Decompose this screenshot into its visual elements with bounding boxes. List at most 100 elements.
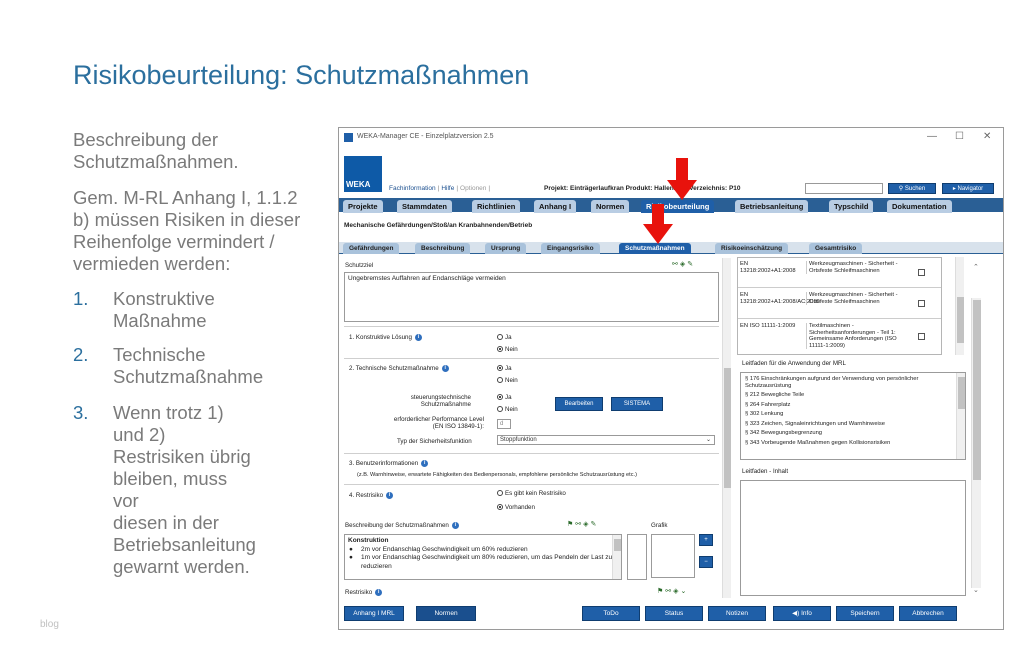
tab-betriebsanleitung[interactable]: Betriebsanleitung [735, 200, 809, 213]
restrisiko-toolbar-icons: ⚑⚯◈⌄ [657, 587, 688, 595]
tab-typschild[interactable]: Typschild [829, 200, 874, 213]
pl-field[interactable]: d [497, 419, 511, 429]
leitfaden-inhalt-box[interactable] [740, 480, 966, 596]
steuerung-line: steuerungstechnische [410, 394, 471, 401]
tab-gefaehrdungen[interactable]: Gefährdungen [343, 243, 400, 254]
minimize-icon[interactable]: — [927, 131, 937, 142]
leitfaden-scrollbar[interactable] [956, 373, 965, 459]
divider [344, 453, 719, 454]
tab-stammdaten[interactable]: Stammdaten [397, 200, 453, 213]
table-row[interactable]: EN 13218:2002+A1:2008 Werkzeugmaschinen … [738, 258, 941, 288]
eraser-icon[interactable]: ◈ [583, 521, 590, 528]
info-icon[interactable]: i [386, 492, 394, 499]
bearbeiten-button[interactable]: Bearbeiten [555, 397, 603, 411]
search-button[interactable]: ⚲ Suchen [888, 183, 936, 194]
sistema-button[interactable]: SISTEMA [611, 397, 663, 411]
tab-richtlinien[interactable]: Richtlinien [472, 200, 521, 213]
eraser-icon[interactable]: ◈ [673, 588, 680, 595]
beschreibung-textarea[interactable]: Konstruktion ● 2m vor Endanschlag Geschwi… [344, 534, 622, 580]
status-button[interactable]: Status [645, 606, 703, 621]
abbrechen-button[interactable]: Abbrechen [899, 606, 957, 621]
binoculars-icon[interactable]: ⚯ [575, 521, 583, 528]
tab-schutzmassnahmen[interactable]: Schutzmaßnahmen [619, 243, 691, 254]
todo-button[interactable]: ToDo [582, 606, 640, 621]
chevron-up-icon[interactable]: ⌃ [973, 263, 979, 271]
tab-dokumentation[interactable]: Dokumentation [887, 200, 952, 213]
list-line: Konstruktive [113, 288, 215, 309]
info-icon[interactable]: i [414, 334, 422, 341]
restrisiko-vorhanden-radio[interactable]: Vorhanden [497, 504, 535, 511]
steuerung-ja-radio[interactable]: Ja [497, 394, 512, 401]
anhang-i-mrl-button[interactable]: Anhang I MRL [344, 606, 404, 621]
tab-ursprung[interactable]: Ursprung [485, 243, 527, 254]
norm-checkbox[interactable] [918, 300, 925, 307]
grafik-box[interactable] [651, 534, 695, 578]
q1-ja-radio[interactable]: Ja [497, 334, 512, 341]
list-item[interactable]: § 342 Bewegungsbegrenzung [745, 430, 961, 437]
list-item[interactable]: § 212 Bewegliche Teile [745, 392, 961, 399]
tab-risikoeinschaetzung[interactable]: Risikoeinschätzung [715, 243, 789, 254]
tab-beschreibung[interactable]: Beschreibung [415, 243, 471, 254]
chevron-down-icon[interactable]: ⌄ [973, 586, 979, 594]
remove-grafik-button[interactable]: − [699, 556, 713, 568]
steuerung-nein-radio[interactable]: Nein [497, 406, 518, 413]
divider [344, 326, 719, 327]
binoculars-icon[interactable]: ⚯ [665, 588, 673, 595]
link-fachinformation[interactable]: Fachinformation [389, 185, 436, 192]
maximize-icon[interactable]: ☐ [955, 131, 964, 142]
list-item[interactable]: § 176 Einschränkungen aufgrund der Verwe… [745, 376, 961, 389]
tab-anhang-i[interactable]: Anhang I [534, 200, 577, 213]
tab-normen[interactable]: Normen [591, 200, 630, 213]
norm-checkbox[interactable] [918, 269, 925, 276]
tab-eingangsrisiko[interactable]: Eingangsrisiko [541, 243, 600, 254]
form-scrollbar[interactable] [722, 258, 731, 598]
red-arrow-icon [667, 158, 697, 200]
link-hilfe[interactable]: Hilfe [441, 185, 454, 192]
desc-bullet: ● 2m vor Endanschlag Geschwindigkeit um 6… [349, 545, 528, 553]
norm-checkbox[interactable] [918, 333, 925, 340]
binoculars-icon[interactable]: ⚯ [672, 261, 680, 268]
intro-line: Gem. M-RL Anhang I, 1.1.2 [73, 187, 298, 208]
speichern-button[interactable]: Speichern [836, 606, 894, 621]
watermark: blog [40, 619, 59, 630]
q2-ja-radio[interactable]: Ja [497, 365, 512, 372]
info-icon[interactable]: i [421, 460, 429, 467]
desc-scrollbar[interactable] [612, 535, 621, 579]
list-item[interactable]: § 264 Fahrerplatz [745, 402, 961, 409]
list-line: Schutzmaßnahme [113, 366, 264, 387]
q1-nein-radio[interactable]: Nein [497, 346, 518, 353]
q2-nein-radio[interactable]: Nein [497, 377, 518, 384]
navigator-button[interactable]: ▸ Navigator [942, 183, 994, 194]
info-icon[interactable]: i [451, 522, 459, 529]
list-item[interactable]: § 302 Lenkung [745, 411, 961, 418]
close-icon[interactable]: ✕ [983, 131, 991, 142]
normen-button[interactable]: Normen [416, 606, 476, 621]
edit-icon[interactable]: ✎ [687, 261, 695, 268]
top-links: Fachinformation | Hilfe | Optionen | [389, 185, 491, 192]
list-item[interactable]: § 343 Vorbeugende Maßnahmen gegen Kollis… [745, 440, 961, 447]
restrisiko-none-radio[interactable]: Es gibt kein Restrisiko [497, 490, 566, 497]
notizen-button[interactable]: Notizen [708, 606, 766, 621]
table-row[interactable]: EN 13218:2002+A1:2008/AC:2010 Werkzeugma… [738, 289, 941, 319]
norms-scrollbar[interactable] [955, 257, 964, 355]
typ-select[interactable]: Stoppfunktion ⌄ [497, 435, 715, 445]
tab-gesamtrisiko[interactable]: Gesamtrisiko [809, 243, 863, 254]
add-grafik-button[interactable]: + [699, 534, 713, 546]
restrisiko-label: Restrisiko i [345, 589, 383, 596]
speaker-icon: ◀) [792, 610, 800, 617]
leitfaden-list: § 176 Einschränkungen aufgrund der Verwe… [740, 372, 966, 460]
search-input[interactable] [805, 183, 883, 194]
edit-icon[interactable]: ✎ [591, 521, 599, 528]
norm-title: Textilmaschinen - Sicherheitsanforderung… [806, 323, 910, 349]
table-row[interactable]: EN ISO 11111-1:2009 Textilmaschinen - Si… [738, 320, 941, 354]
right-pane-scrollbar[interactable] [971, 298, 981, 588]
link-optionen[interactable]: Optionen [460, 185, 486, 192]
list-line: diesen in der [113, 512, 219, 533]
tab-projekte[interactable]: Projekte [343, 200, 383, 213]
chevron-down-icon[interactable]: ⌄ [681, 588, 689, 595]
info-icon[interactable]: i [441, 365, 449, 372]
info-icon[interactable]: i [375, 589, 383, 596]
schutzziel-textarea[interactable]: Ungebremstes Auffahren auf Endanschläge … [344, 272, 719, 322]
list-item[interactable]: § 323 Zeichen, Signaleinrichtungen und W… [745, 421, 961, 428]
info-button[interactable]: ◀) Info [773, 606, 831, 621]
